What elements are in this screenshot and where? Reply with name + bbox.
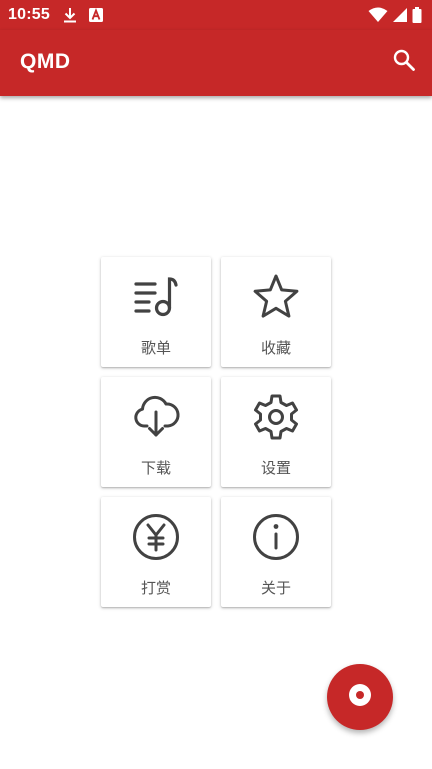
wifi-icon	[368, 7, 388, 28]
star-icon	[250, 271, 302, 323]
status-bar: 10:55	[0, 0, 432, 30]
playlist-icon	[130, 271, 182, 323]
battery-icon	[412, 7, 422, 28]
signal-icon	[392, 7, 408, 28]
yen-icon	[130, 511, 182, 563]
playlist-card[interactable]: 歌单	[101, 257, 211, 367]
disc-icon	[347, 682, 373, 713]
settings-card[interactable]: 设置	[221, 377, 331, 487]
about-card[interactable]: 关于	[221, 497, 331, 607]
download-card[interactable]: 下载	[101, 377, 211, 487]
download-icon	[62, 6, 78, 29]
download-label: 下载	[140, 459, 171, 477]
search-button[interactable]	[390, 48, 418, 76]
donate-label: 打赏	[140, 579, 171, 597]
about-label: 关于	[260, 579, 291, 597]
favorites-card[interactable]: 收藏	[221, 257, 331, 367]
now-playing-fab[interactable]	[327, 664, 393, 730]
info-icon	[250, 511, 302, 563]
font-a-icon	[88, 6, 104, 29]
settings-label: 设置	[260, 459, 291, 477]
search-icon	[392, 48, 416, 77]
app-bar: QMD	[0, 30, 432, 96]
donate-card[interactable]: 打赏	[101, 497, 211, 607]
menu-grid: 歌单 收藏 下载 设置 打赏 关于	[101, 257, 331, 607]
status-system-icons	[368, 7, 422, 28]
favorites-label: 收藏	[260, 339, 291, 357]
status-notification-icons	[62, 6, 104, 29]
cloud-download-icon	[130, 391, 182, 443]
app-title: QMD	[20, 50, 71, 73]
playlist-label: 歌单	[140, 339, 171, 357]
settings-icon	[250, 391, 302, 443]
status-time: 10:55	[8, 6, 50, 23]
